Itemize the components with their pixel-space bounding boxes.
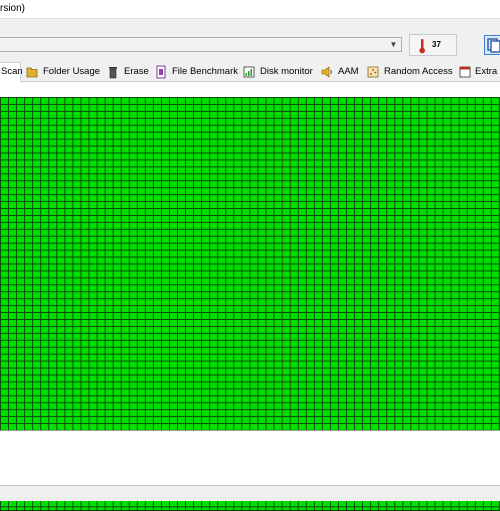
tab-scan[interactable]: Scan — [0, 62, 23, 82]
file-benchmark-icon — [156, 65, 166, 79]
tab-label: AAM — [338, 66, 359, 77]
log-area — [0, 430, 500, 485]
trash-icon — [109, 67, 117, 79]
folder-icon — [26, 67, 38, 78]
tab-extra-tests[interactable]: Extra t — [459, 63, 500, 81]
disk-monitor-icon — [243, 66, 255, 78]
tab-label: Random Access — [384, 66, 453, 77]
drive-select[interactable]: ▼ — [0, 37, 402, 52]
tab-bar: Scan Folder Usage Erase File Benchmark D… — [0, 62, 500, 82]
tab-label: Extra t — [475, 66, 500, 77]
thermometer-icon — [419, 39, 425, 54]
tab-label: Folder Usage — [43, 66, 101, 77]
window-title: rsion) — [0, 0, 500, 19]
chevron-down-icon[interactable]: ▼ — [388, 38, 399, 51]
tab-label: Scan — [1, 66, 23, 77]
tab-random-access[interactable]: Random Access — [367, 63, 454, 81]
temperature-display: 37 — [409, 34, 457, 56]
tab-folder-usage[interactable]: Folder Usage — [26, 63, 102, 81]
random-access-icon — [367, 66, 379, 78]
tab-disk-monitor[interactable]: Disk monitor — [243, 63, 317, 81]
speaker-icon — [321, 66, 332, 78]
copy-icon — [487, 38, 500, 53]
tab-aam[interactable]: AAM — [321, 63, 361, 81]
temperature-value: 37 — [432, 40, 441, 49]
tab-label: File Benchmark — [172, 66, 238, 77]
tab-label: Erase — [124, 66, 149, 77]
tab-label: Disk monitor — [260, 66, 313, 77]
copy-button[interactable] — [484, 35, 500, 55]
tab-erase[interactable]: Erase — [107, 63, 151, 81]
tab-file-benchmark[interactable]: File Benchmark — [155, 63, 239, 81]
extra-tests-icon — [459, 66, 471, 78]
status-bar — [0, 485, 500, 501]
